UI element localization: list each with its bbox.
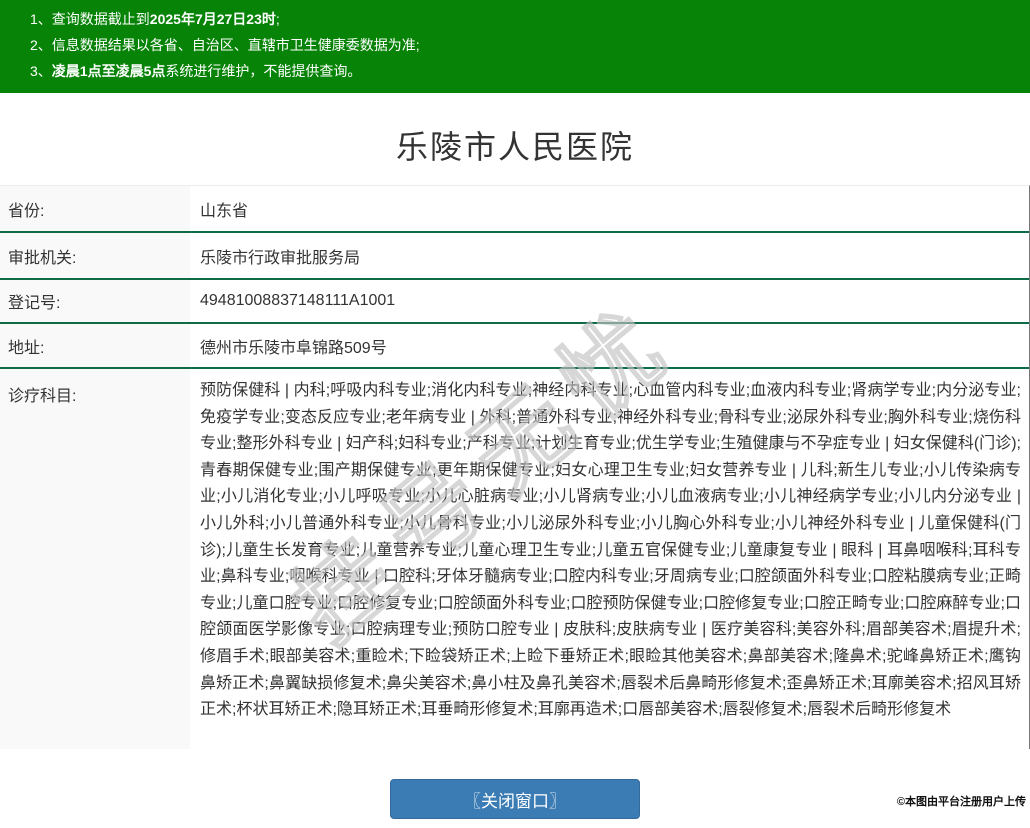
table-row-registration-number: 登记号: 49481008837148111A1001 [0, 280, 1029, 324]
province-label: 省份: [0, 186, 190, 231]
notice-line-2: 2、信息数据结果以各省、自治区、直辖市卫生健康委数据为准; [0, 32, 1030, 58]
notice-line-3-num: 3、 [30, 63, 52, 79]
address-label: 地址: [0, 324, 190, 367]
notice-line-1-post: ; [275, 11, 280, 27]
notice-line-1-bold: 2025年7月27日23时 [149, 11, 276, 27]
notice-line-1-num: 1、 [30, 11, 52, 27]
notice-banner: 1、查询数据截止到2025年7月27日23时; 2、信息数据结果以各省、自治区、… [0, 0, 1030, 93]
notice-line-3: 3、凌晨1点至凌晨5点系统进行维护，不能提供查询。 [0, 58, 1030, 84]
table-row-approval-authority: 审批机关: 乐陵市行政审批服务局 [0, 233, 1029, 280]
table-row-address: 地址: 德州市乐陵市阜锦路509号 [0, 324, 1029, 369]
notice-line-3-post: 系统进行维护，不能提供查询。 [165, 63, 362, 79]
approval-authority-value: 乐陵市行政审批服务局 [200, 249, 361, 267]
approval-authority-label: 审批机关: [0, 233, 190, 278]
registration-number-label: 登记号: [0, 280, 190, 322]
notice-line-1: 1、查询数据截止到2025年7月27日23时; [0, 6, 1030, 32]
departments-label: 诊疗科目: [0, 369, 190, 749]
table-row-departments: 诊疗科目: 预防保健科 | 内科;呼吸内科专业;消化内科专业;神经内科专业;心血… [0, 369, 1029, 749]
notice-line-2-text: 信息数据结果以各省、自治区、直辖市卫生健康委数据为准; [51, 37, 420, 53]
table-row-province: 省份: 山东省 [0, 186, 1029, 233]
hospital-info-table: 省份: 山东省 审批机关: 乐陵市行政审批服务局 登记号: 4948100883… [0, 185, 1030, 749]
page-title: 乐陵市人民医院 [395, 129, 634, 165]
address-value: 德州市乐陵市阜锦路509号 [200, 339, 387, 357]
province-value: 山东省 [200, 202, 249, 220]
attribution-text: ©本图由平台注册用户上传 [896, 796, 1026, 808]
departments-value: 预防保健科 | 内科;呼吸内科专业;消化内科专业;神经内科专业;心血管内科专业;… [200, 382, 1021, 719]
notice-line-1-text: 查询数据截止到 [51, 11, 150, 27]
notice-line-3-bold: 凌晨1点至凌晨5点 [51, 63, 166, 79]
notice-line-2-num: 2、 [30, 37, 52, 53]
close-window-button[interactable]: 〖关闭窗口〗 [390, 779, 640, 819]
registration-number-value: 49481008837148111A1001 [200, 292, 396, 309]
